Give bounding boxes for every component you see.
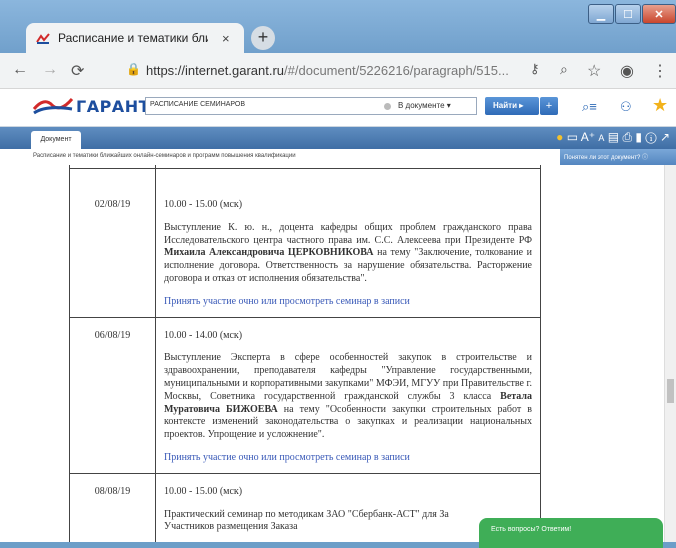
tab-close-icon[interactable]: × — [222, 31, 230, 46]
garant-favicon-icon — [36, 32, 50, 44]
seminar-link[interactable]: Принять участие очно или просмотреть сем… — [164, 296, 532, 309]
schedule-time: 10.00 - 15.00 (мск) — [164, 199, 243, 210]
search-scope-select[interactable]: В документе ▾ — [398, 101, 451, 110]
vertical-scrollbar[interactable] — [664, 165, 676, 542]
reload-icon[interactable]: ⟳ — [71, 61, 84, 81]
back-arrow-icon[interactable]: ← — [12, 61, 28, 79]
breadcrumb-text: Расписание и тематики ближайших онлайн-с… — [33, 153, 296, 159]
clear-search-icon[interactable] — [384, 103, 391, 110]
desc-text: Участников размещения Заказа — [164, 521, 298, 533]
font-increase-icon[interactable]: A⁺ — [581, 130, 595, 144]
url-text[interactable]: https://internet.garant.ru/#/document/52… — [146, 63, 509, 78]
bookmark-icon[interactable]: ▮ — [635, 130, 642, 144]
menu-kebab-icon[interactable]: ⋮ — [652, 61, 668, 81]
schedule-info: 10.00 - 15.00 (мск) Выступление К. ю. н.… — [155, 168, 541, 318]
schedule-description: Выступление К. ю. н., доцента кафедры об… — [164, 222, 532, 286]
save-icon[interactable]: ▤ — [608, 130, 619, 144]
table-row: 08/08/19 10.00 - 15.00 (мск) Практически… — [69, 472, 541, 542]
schedule-time: 10.00 - 15.00 (мск) — [164, 485, 243, 497]
speaker-name: Михаила Александровича ЦЕРКОВНИКОВА — [164, 247, 374, 259]
key-icon[interactable]: ⚷ — [530, 61, 540, 77]
scrollbar-thumb[interactable] — [667, 379, 674, 403]
garant-header: ГАРАНТ РАСПИСАНИЕ СЕМИНАРОВ В документе … — [0, 89, 676, 127]
add-condition-button[interactable]: + — [540, 97, 558, 115]
table-row: 02/08/19 10.00 - 15.00 (мск) Выступление… — [69, 168, 541, 318]
help-text: Понятен ли этот документ? — [564, 155, 641, 161]
desc-text: Выступление Эксперта в сфере особенносте… — [164, 352, 532, 402]
garant-search-input[interactable]: РАСПИСАНИЕ СЕМИНАРОВ В документе ▾ — [145, 97, 477, 115]
minimize-button[interactable]: ▁ — [588, 4, 614, 24]
share-icon[interactable]: ↗ — [660, 130, 670, 144]
browser-toolbar: ← → ⟳ 🔒 https://internet.garant.ru/#/doc… — [0, 53, 676, 89]
font-decrease-icon[interactable]: A — [598, 133, 604, 143]
schedule-description: Выступление Эксперта в сфере особенносте… — [164, 352, 532, 442]
maximize-button[interactable]: ☐ — [615, 4, 641, 24]
lock-icon[interactable]: 🔒 — [126, 62, 141, 76]
browser-window: ▁ ☐ ✕ Расписание и тематики ближай × + ←… — [0, 0, 676, 548]
extended-search-icon[interactable]: ⌕≡ — [582, 99, 597, 115]
schedule-date: 02/08/19 — [69, 168, 156, 318]
logo-text: ГАРАНТ — [76, 97, 150, 116]
users-icon[interactable]: ⚇ — [620, 99, 632, 115]
search-value: РАСПИСАНИЕ СЕМИНАРОВ — [150, 101, 246, 108]
browser-tab[interactable]: Расписание и тематики ближай × — [26, 23, 244, 53]
tab-document[interactable]: Документ — [31, 131, 81, 149]
url-path: /#/document/5226216/paragraph/515... — [284, 63, 509, 78]
chat-widget-button[interactable]: Есть вопросы? Ответим! — [479, 518, 663, 548]
find-button[interactable]: Найти ▸ — [485, 97, 539, 115]
document-content: 02/08/19 10.00 - 15.00 (мск) Выступление… — [0, 165, 664, 542]
schedule-date: 06/08/19 — [69, 316, 156, 474]
print-preview-icon[interactable]: ▭ — [567, 130, 578, 144]
seminar-link[interactable]: Принять участие очно или просмотреть сем… — [164, 452, 532, 465]
garant-logo[interactable]: ГАРАНТ — [32, 95, 150, 121]
table-row: 06/08/19 10.00 - 14.00 (мск) Выступление… — [69, 316, 541, 474]
account-icon[interactable]: ◉ — [620, 61, 634, 81]
tab-title: Расписание и тематики ближай — [58, 31, 208, 45]
scope-label: В документе — [398, 101, 445, 110]
schedule-description: Практический семинар по методикам ЗАО "С… — [164, 509, 532, 535]
document-tabs-strip: Документ ● ▭ A⁺ A ▤ ⎙ ▮ ⓘ ↗ — [0, 127, 676, 149]
favorites-star-icon[interactable]: ★ — [652, 95, 668, 116]
forward-arrow-icon[interactable]: → — [42, 61, 58, 79]
desc-text: Выступление К. ю. н., доцента кафедры об… — [164, 221, 532, 246]
schedule-time: 10.00 - 14.00 (мск) — [164, 329, 243, 341]
bookmark-star-icon[interactable]: ☆ — [587, 61, 601, 81]
lightbulb-icon[interactable]: ● — [556, 130, 563, 144]
schedule-date: 08/08/19 — [69, 472, 156, 542]
url-host: https://internet.garant.ru — [146, 63, 285, 78]
find-label: Найти — [493, 101, 517, 110]
schedule-info: 10.00 - 14.00 (мск) Выступление Эксперта… — [155, 316, 541, 474]
info-icon[interactable]: ⓘ — [645, 130, 656, 144]
new-tab-button[interactable]: + — [251, 26, 275, 50]
schedule-table: 02/08/19 10.00 - 15.00 (мск) Выступление… — [69, 165, 541, 542]
zoom-icon[interactable]: ⌕ — [560, 61, 568, 78]
close-window-button[interactable]: ✕ — [642, 4, 676, 24]
document-tools: ● ▭ A⁺ A ▤ ⎙ ▮ ⓘ ↗ — [556, 130, 670, 145]
desc-text: Практический семинар по методикам ЗАО "С… — [164, 508, 449, 520]
print-icon[interactable]: ⎙ — [622, 130, 632, 144]
breadcrumb: Расписание и тематики ближайших онлайн-с… — [0, 149, 676, 167]
